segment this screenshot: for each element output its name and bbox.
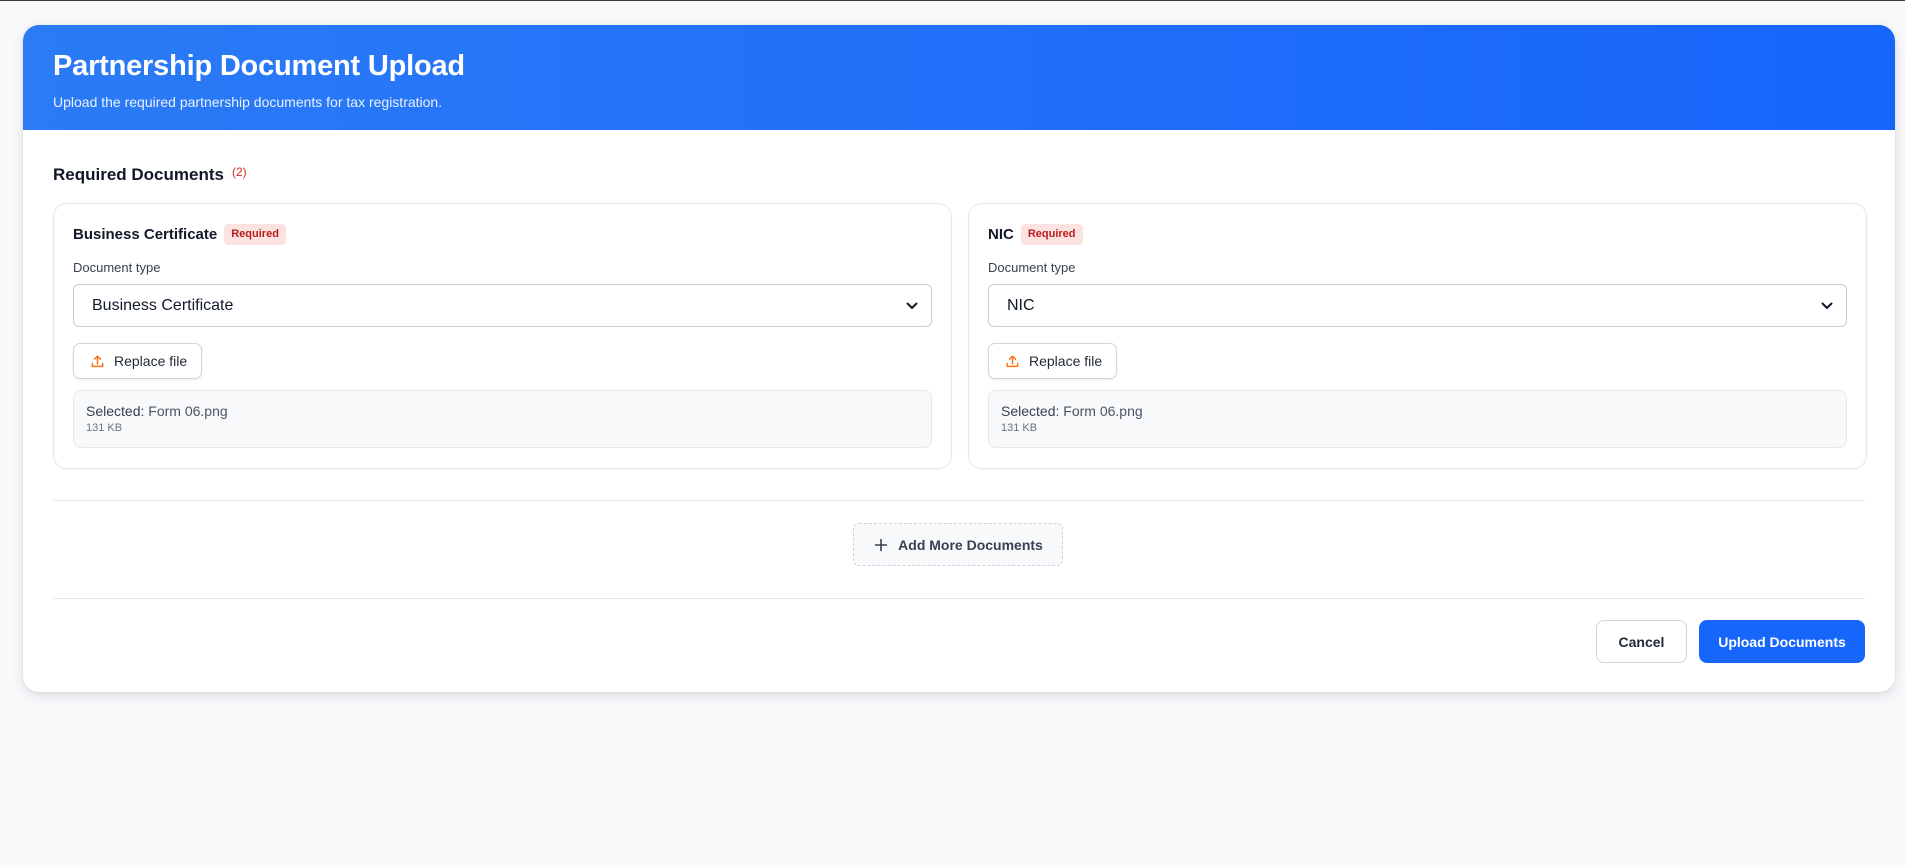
replace-file-label: Replace file xyxy=(1029,353,1103,369)
add-more-row: Add More Documents xyxy=(53,501,1865,598)
selected-file-size: 131 KB xyxy=(86,422,123,434)
card-footer: Cancel Upload Documents xyxy=(53,599,1865,663)
replace-file-button[interactable]: Replace file xyxy=(988,343,1118,379)
card-body: Required Documents (2) Business Certific… xyxy=(23,130,1895,663)
selected-file-line: Selected: Form 06.png xyxy=(86,402,919,420)
selected-label: Selected: xyxy=(86,403,145,419)
replace-file-button[interactable]: Replace file xyxy=(73,343,203,379)
document-type-value: NIC xyxy=(1007,296,1035,314)
page-title: Partnership Document Upload xyxy=(53,50,465,82)
page-subtitle: Upload the required partnership document… xyxy=(53,94,443,110)
required-documents-heading: Required Documents (2) xyxy=(53,164,1865,188)
required-badge: Required xyxy=(224,223,286,245)
card-header: Partnership Document Upload Upload the r… xyxy=(23,25,1895,130)
document-name: NIC xyxy=(988,225,1014,243)
document-type-value: Business Certificate xyxy=(92,296,234,314)
document-grid: Business Certificate Required Document t… xyxy=(53,203,1867,469)
document-type-label: Document type xyxy=(988,260,1076,275)
document-name: Business Certificate xyxy=(73,225,218,243)
selected-file-size: 131 KB xyxy=(1001,422,1038,434)
document-card-header: NIC Required xyxy=(988,223,1847,245)
upload-documents-button[interactable]: Upload Documents xyxy=(1699,620,1865,663)
add-more-documents-button[interactable]: Add More Documents xyxy=(853,523,1063,566)
selected-file-name: Form 06.png xyxy=(1063,403,1143,419)
selected-file-line: Selected: Form 06.png xyxy=(1001,402,1834,420)
chevron-down-icon xyxy=(905,299,919,313)
chevron-down-icon xyxy=(1820,299,1834,313)
selected-file-box: Selected: Form 06.png 131 KB xyxy=(73,390,932,448)
selected-label: Selected: xyxy=(1001,403,1060,419)
document-card-nic: NIC Required Document type NIC Replace f… xyxy=(968,203,1867,469)
upload-icon xyxy=(1004,353,1020,369)
selected-file-name: Form 06.png xyxy=(148,403,228,419)
selected-file-box: Selected: Form 06.png 131 KB xyxy=(988,390,1847,448)
upload-icon xyxy=(89,353,105,369)
cancel-button[interactable]: Cancel xyxy=(1596,620,1687,663)
add-more-label: Add More Documents xyxy=(898,536,1043,553)
section-title: Required Documents xyxy=(53,165,224,184)
document-type-label: Document type xyxy=(73,260,161,275)
plus-icon xyxy=(873,537,889,553)
upload-card: Partnership Document Upload Upload the r… xyxy=(23,25,1895,692)
document-type-select[interactable]: NIC xyxy=(988,284,1847,327)
required-count: (2) xyxy=(231,165,247,179)
document-card-business-certificate: Business Certificate Required Document t… xyxy=(53,203,952,469)
required-badge: Required xyxy=(1020,223,1083,245)
document-type-select[interactable]: Business Certificate xyxy=(73,284,932,327)
replace-file-label: Replace file xyxy=(114,353,188,369)
top-border-line xyxy=(0,0,1905,1)
document-card-header: Business Certificate Required xyxy=(73,223,932,245)
